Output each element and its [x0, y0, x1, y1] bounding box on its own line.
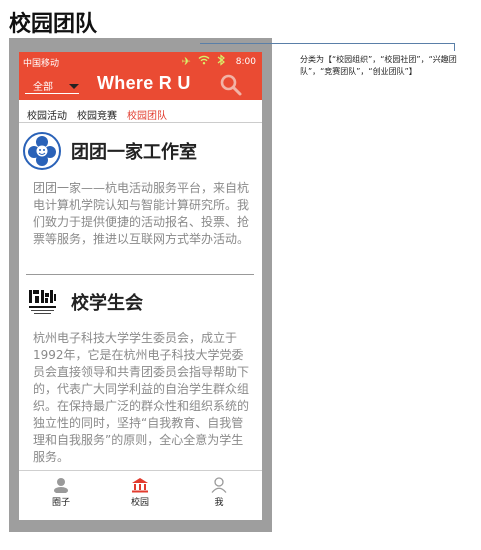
phone-frame: 中国移动 ✈ 8:00 全部 Where R U 校园活动 校园竞赛 校园团队 … [9, 38, 272, 532]
nav-label: 圈子 [51, 498, 70, 508]
team-description: 杭州电子科技大学学生委员会，成立于1992年，它是在杭州电子科技大学党委员会直接… [33, 331, 250, 464]
tuantuan-logo [23, 132, 61, 170]
group-icon [54, 478, 68, 493]
carrier-label: 中国移动 [23, 59, 60, 69]
search-icon [220, 74, 242, 96]
student-union-logo [25, 285, 59, 319]
annotation-leader-line [200, 43, 455, 44]
nav-item-me[interactable]: 我 [194, 477, 244, 508]
tab-campus-competitions[interactable]: 校园竞赛 [77, 107, 117, 122]
clock: 8:00 [235, 56, 256, 67]
campus-icon [132, 478, 148, 493]
nav-label: 校园 [130, 498, 149, 508]
team-description: 团团一家——杭电活动服务平台，来自杭电计算机学院认知与智能计算研究所。我们致力于… [33, 181, 250, 246]
app-header: 全部 Where R U [19, 70, 262, 100]
nav-label: 我 [214, 498, 224, 508]
card-divider [26, 274, 254, 275]
status-bar: 中国移动 ✈ 8:00 [19, 52, 262, 70]
category-tabs: 校园活动 校园竞赛 校园团队 [19, 100, 262, 123]
filter-label: 全部 [33, 82, 53, 93]
annotation-note: 分类为【“校园组织”，“校园社团”，“兴趣团队”，“竞赛团队”，“创业团队”】 [300, 55, 457, 76]
airplane-icon: ✈ [181, 54, 191, 68]
page-title: 校园团队 [9, 12, 98, 37]
nav-item-campus[interactable]: 校园 [115, 477, 165, 508]
app-title: Where R U [97, 73, 191, 93]
status-icons: ✈ 8:00 [182, 54, 256, 69]
bottom-navigation: 圈子 校园 我 [19, 470, 262, 520]
bluetooth-icon [217, 54, 225, 69]
profile-icon [211, 477, 227, 493]
app-screen: 中国移动 ✈ 8:00 全部 Where R U 校园活动 校园竞赛 校园团队 … [19, 52, 262, 520]
team-name: 校学生会 [71, 293, 143, 314]
tab-campus-activities[interactable]: 校园活动 [27, 107, 67, 122]
nav-item-circle[interactable]: 圈子 [36, 477, 86, 508]
annotation-leader-tick [454, 43, 455, 51]
category-filter-dropdown[interactable]: 全部 [25, 75, 79, 94]
tab-campus-teams[interactable]: 校园团队 [127, 107, 167, 122]
wifi-icon [198, 55, 210, 68]
search-button[interactable] [219, 73, 243, 97]
chevron-down-icon [69, 84, 79, 89]
team-name: 团团一家工作室 [71, 142, 197, 163]
